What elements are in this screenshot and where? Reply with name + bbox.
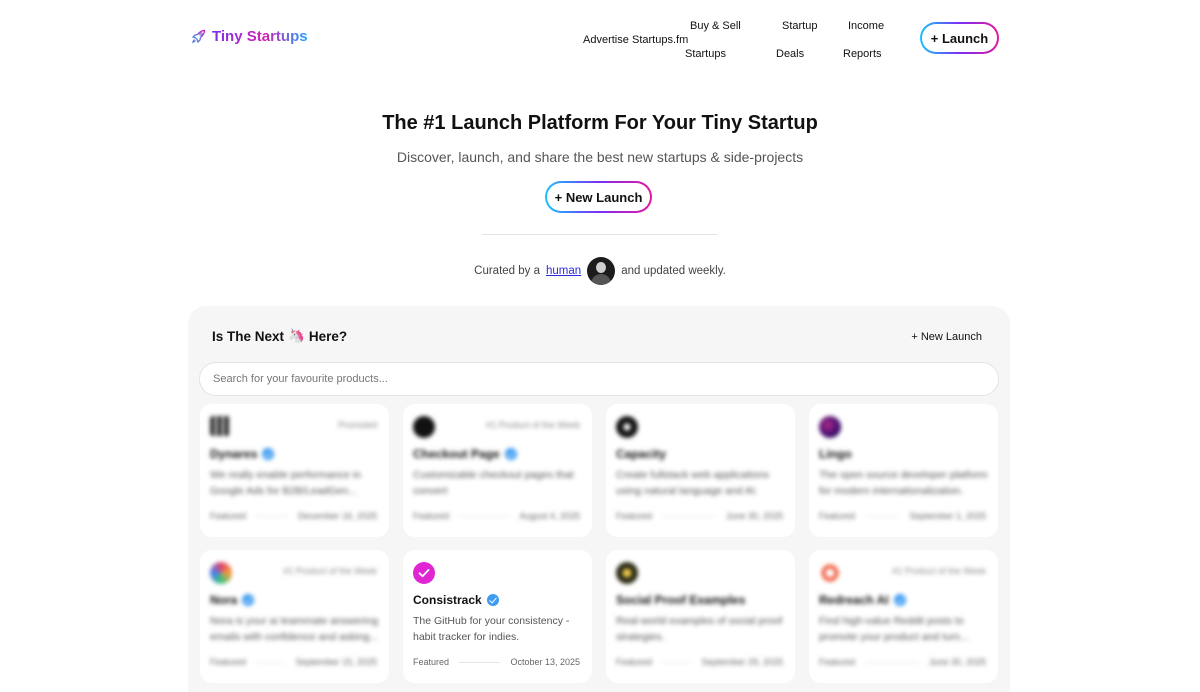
page-title: The #1 Launch Platform For Your Tiny Sta… bbox=[382, 112, 818, 134]
card-description: The GitHub for your consistency - habit … bbox=[413, 615, 570, 643]
grid-icon bbox=[210, 416, 230, 436]
card-divider bbox=[865, 515, 900, 517]
search-input[interactable]: Search for your favourite products... bbox=[199, 362, 999, 396]
panel-new-launch-link[interactable]: + New Launch bbox=[911, 331, 982, 343]
card-divider bbox=[662, 661, 692, 663]
card-badge: #1 Product of the Week bbox=[892, 566, 986, 576]
check-icon bbox=[413, 562, 435, 584]
product-card[interactable]: Social Proof Examples Real-world example… bbox=[606, 550, 795, 683]
verified-icon bbox=[893, 594, 906, 606]
card-description: The open source developer platform for m… bbox=[819, 469, 988, 497]
card-description: Create fullstack web applications using … bbox=[616, 469, 769, 497]
nav-startups-fm[interactable]: Startups.fm bbox=[632, 33, 688, 47]
card-date: October 13, 2025 bbox=[510, 657, 580, 667]
card-divider bbox=[256, 515, 288, 517]
launch-button[interactable]: + Launch bbox=[920, 22, 999, 54]
card-date: September 15, 2025 bbox=[295, 657, 377, 667]
capacity-icon bbox=[616, 416, 638, 438]
card-description: Find high-value Reddit posts to promote … bbox=[819, 615, 969, 643]
card-name: Redreach AI bbox=[819, 593, 889, 607]
curated-suffix: and updated weekly. bbox=[621, 265, 726, 277]
page-subtitle: Discover, launch, and share the best new… bbox=[396, 149, 804, 165]
product-card[interactable]: #1 Product of the Week Redreach AI Find … bbox=[809, 550, 998, 683]
card-tag: Featured bbox=[819, 511, 856, 521]
curated-line: Curated by a human and updated weekly. bbox=[0, 257, 1200, 285]
page: Tiny Startups Advertise Startups.fm Buy … bbox=[0, 0, 1200, 692]
nav-income-reports[interactable]: Income bbox=[848, 19, 884, 33]
new-launch-button[interactable]: + New Launch bbox=[545, 181, 652, 213]
curator-avatar bbox=[587, 257, 616, 285]
card-name: Social Proof Examples bbox=[616, 593, 746, 607]
product-card[interactable]: #1 Product of the Week Nora Nora is your… bbox=[200, 550, 389, 683]
unicorn-icon: 🦄 bbox=[288, 328, 305, 343]
card-divider bbox=[459, 515, 510, 517]
card-name: Nora bbox=[210, 593, 238, 607]
product-card[interactable]: Consistrack The GitHub for your consiste… bbox=[403, 550, 592, 683]
products-panel: Is The Next 🦄 Here? + New Launch Search … bbox=[188, 306, 1010, 692]
nav-startup-deals-line2[interactable]: Deals bbox=[776, 47, 804, 61]
nav-buy-sell-startups[interactable]: Buy & Sell bbox=[690, 19, 741, 33]
card-divider bbox=[662, 515, 716, 517]
lingo-icon bbox=[819, 416, 841, 438]
product-card[interactable]: Capacity Create fullstack web applicatio… bbox=[606, 404, 795, 537]
card-tag: Featured bbox=[819, 657, 856, 667]
logo[interactable]: Tiny Startups bbox=[191, 28, 308, 45]
nav-buy-sell-startups-line2[interactable]: Startups bbox=[685, 47, 726, 61]
search-placeholder: Search for your favourite products... bbox=[213, 373, 388, 385]
card-description: We really enable performance in Google A… bbox=[210, 469, 361, 497]
card-divider bbox=[256, 661, 286, 663]
card-description: Nora is your ai teammate answering email… bbox=[210, 615, 379, 643]
card-divider bbox=[459, 661, 501, 663]
verified-icon bbox=[262, 448, 275, 460]
card-tag: Featured bbox=[413, 511, 450, 521]
card-name: Consistrack bbox=[413, 593, 482, 607]
card-description: Customizable checkout pages that convert bbox=[413, 469, 574, 497]
card-divider bbox=[865, 661, 919, 663]
panel-title-after: Here? bbox=[308, 328, 348, 344]
product-card[interactable]: Promoted Dynares We really enable perfor… bbox=[200, 404, 389, 537]
rocket-icon bbox=[191, 29, 206, 44]
logo-text: Tiny Startups bbox=[212, 28, 308, 45]
card-tag: Featured bbox=[210, 657, 247, 667]
card-name: Checkout Page bbox=[413, 447, 500, 461]
product-card[interactable]: Lingo The open source developer platform… bbox=[809, 404, 998, 537]
card-name: Lingo bbox=[819, 447, 852, 461]
social-proof-icon bbox=[616, 562, 638, 584]
card-tag: Featured bbox=[210, 511, 247, 521]
verified-icon bbox=[242, 594, 255, 606]
card-date: September 29, 2025 bbox=[701, 657, 783, 667]
card-badge: #1 Product of the Week bbox=[283, 566, 377, 576]
panel-title: Is The Next 🦄 Here? bbox=[212, 328, 347, 344]
card-date: June 30, 2025 bbox=[725, 511, 783, 521]
card-name: Dynares bbox=[210, 447, 258, 461]
product-card[interactable]: #1 Product of the Week Checkout Page Cus… bbox=[403, 404, 592, 537]
card-tag: Featured bbox=[413, 657, 450, 667]
divider bbox=[482, 234, 717, 235]
card-tag: Featured bbox=[616, 657, 653, 667]
card-date: September 1, 2025 bbox=[909, 511, 986, 521]
redreach-icon bbox=[819, 562, 841, 584]
verified-icon bbox=[486, 594, 499, 606]
card-badge: #1 Product of the Week bbox=[486, 420, 580, 430]
card-description: Real-world examples of social proof stra… bbox=[616, 615, 783, 643]
new-launch-button-label: + New Launch bbox=[547, 183, 650, 211]
curated-prefix: Curated by a bbox=[474, 265, 541, 277]
nav-startup-deals[interactable]: Startup bbox=[782, 19, 817, 33]
card-badge: Promoted bbox=[337, 420, 377, 430]
panel-title-before: Is The Next bbox=[212, 328, 285, 344]
nav-advertise[interactable]: Advertise bbox=[583, 33, 629, 47]
product-grid: Promoted Dynares We really enable perfor… bbox=[200, 404, 998, 683]
card-date: June 30, 2025 bbox=[928, 657, 986, 667]
nora-icon bbox=[210, 562, 232, 584]
nav-income-reports-line2[interactable]: Reports bbox=[843, 47, 882, 61]
card-date: December 16, 2025 bbox=[297, 511, 377, 521]
card-tag: Featured bbox=[616, 511, 653, 521]
launch-button-label: + Launch bbox=[922, 24, 997, 52]
card-date: August 4, 2025 bbox=[519, 511, 580, 521]
verified-icon bbox=[504, 448, 517, 460]
human-link[interactable]: human bbox=[546, 265, 581, 277]
checkout-icon bbox=[413, 416, 435, 438]
card-name: Capacity bbox=[616, 447, 667, 461]
